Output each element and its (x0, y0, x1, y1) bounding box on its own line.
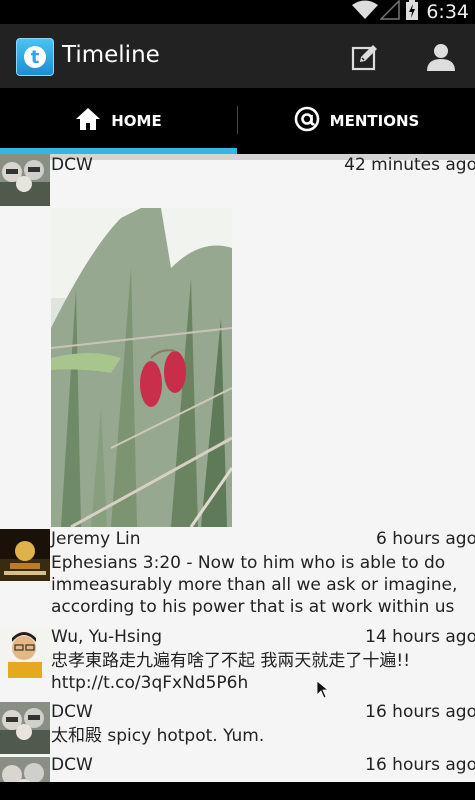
tweet-time: 14 hours ago (365, 627, 475, 647)
wifi-icon (352, 0, 379, 24)
tweet-author[interactable]: Jeremy Lin (51, 529, 141, 549)
tweet-author[interactable]: Wu, Yu-Hsing (51, 627, 162, 647)
at-icon (294, 106, 330, 136)
status-icons: 6:34 (352, 0, 475, 24)
tab-home[interactable]: HOME (0, 88, 237, 154)
tab-bar: HOME MENTIONS (0, 88, 475, 154)
profile-button[interactable] (421, 38, 461, 78)
mouse-cursor-icon (316, 680, 330, 703)
tweet-time: 16 hours ago (365, 702, 475, 722)
tweet-item[interactable]: DCW 16 hours ago 太和殿 spicy hotpot. Yum. (0, 701, 475, 754)
home-icon (75, 107, 111, 135)
tweet-time: 42 minutes ago (344, 155, 475, 175)
tweet-author[interactable]: DCW (51, 155, 93, 175)
avatar[interactable] (0, 154, 50, 206)
clock: 6:34 (426, 1, 469, 23)
tab-mentions[interactable]: MENTIONS (238, 88, 475, 154)
avatar[interactable] (0, 757, 50, 782)
tweet-photo[interactable] (51, 208, 232, 527)
tweet-text: 太和殿 spicy hotpot. Yum. (51, 726, 265, 746)
tweet-item[interactable]: DCW 42 minutes ago (0, 154, 475, 528)
avatar[interactable] (0, 626, 50, 678)
tweet-item[interactable]: Wu, Yu-Hsing 14 hours ago 忠孝東路走九遍有啥了不起 我… (0, 626, 475, 701)
action-bar: t Timeline (0, 24, 475, 88)
avatar[interactable] (0, 529, 50, 581)
tweet-item[interactable]: DCW 16 hours ago (0, 754, 475, 782)
tweet-text: Ephesians 3:20 - Now to him who is able … (51, 553, 458, 617)
tweet-time: 6 hours ago (375, 529, 475, 549)
profile-icon (421, 44, 461, 82)
tweet-item[interactable]: Jeremy Lin 6 hours ago Ephesians 3:20 - … (0, 528, 475, 626)
tweet-text: 忠孝東路走九遍有啥了不起 我兩天就走了十遍!! http://t.co/3qFx… (51, 651, 411, 693)
twitter-bird-icon[interactable]: t (16, 38, 54, 76)
timeline-list[interactable]: DCW 42 minutes ago Jeremy Lin 6 hours ag… (0, 154, 475, 782)
status-bar: 6:34 (0, 0, 475, 24)
compose-button[interactable] (345, 38, 385, 78)
tweet-author[interactable]: DCW (51, 702, 93, 722)
tab-mentions-label: MENTIONS (329, 112, 420, 130)
tab-home-label: HOME (111, 112, 162, 130)
page-title: Timeline (62, 42, 160, 68)
avatar[interactable] (0, 702, 50, 754)
tweet-time: 16 hours ago (365, 755, 475, 775)
tweet-author[interactable]: DCW (51, 755, 93, 775)
app-logo-glyph: t (24, 46, 46, 68)
compose-icon (345, 45, 385, 82)
signal-icon (379, 0, 401, 24)
battery-charging-icon (406, 0, 419, 24)
system-navigation-bar (0, 782, 475, 800)
